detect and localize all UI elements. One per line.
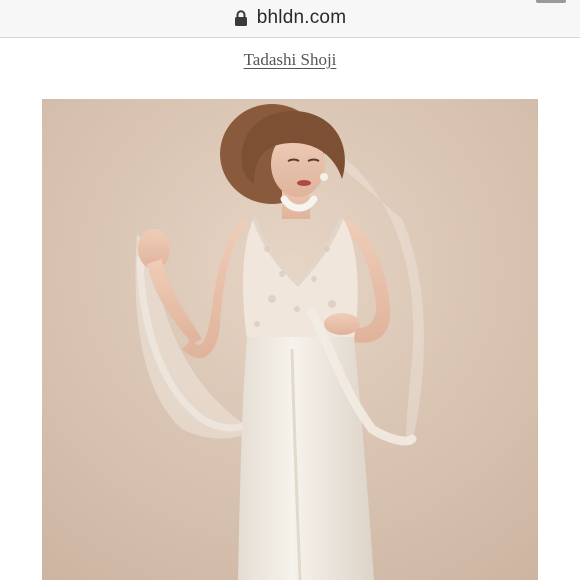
url-text[interactable]: bhldn.com xyxy=(257,7,346,29)
product-photo[interactable] xyxy=(42,99,538,580)
browser-address-bar[interactable]: bhldn.com xyxy=(0,0,580,38)
brand-link[interactable]: Tadashi Shoji xyxy=(0,50,580,70)
browser-menu-edge xyxy=(536,0,566,3)
product-photo-illustration xyxy=(42,99,538,580)
lock-icon xyxy=(234,10,247,26)
